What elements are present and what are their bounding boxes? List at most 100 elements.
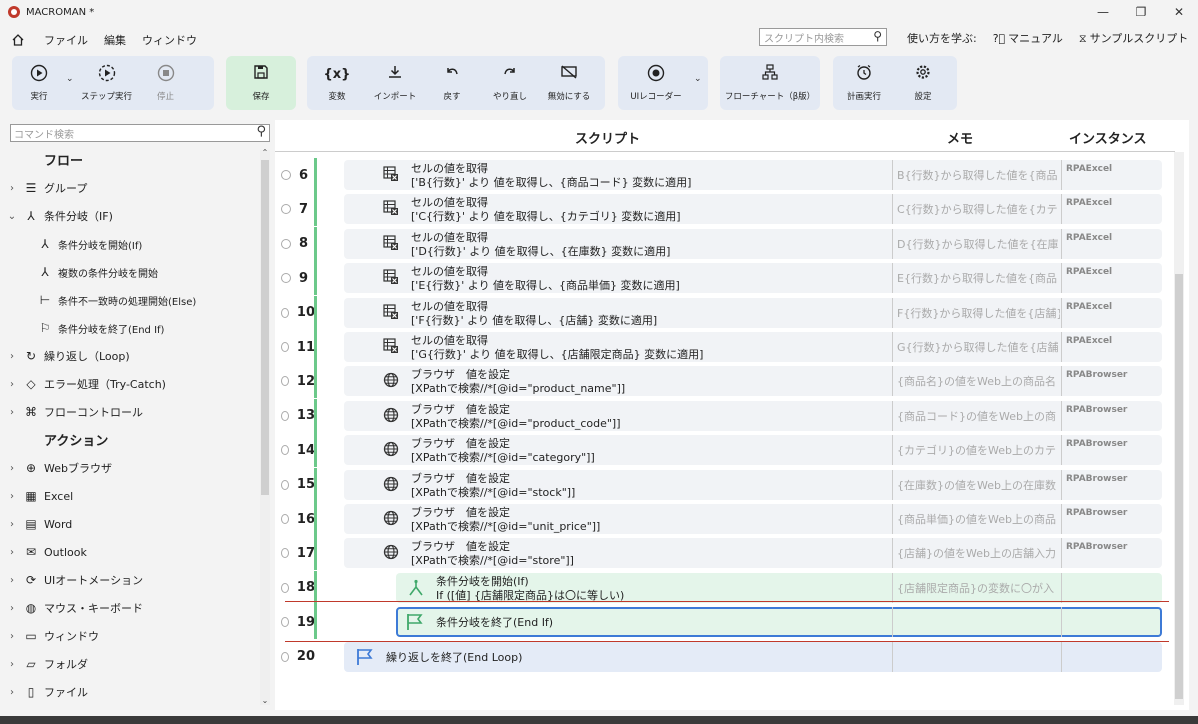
sidebar-item[interactable]: › ⊕ Webブラウザ	[0, 454, 258, 482]
chevron-right-icon[interactable]: ›	[2, 631, 22, 642]
chevron-icon[interactable]: ›	[2, 379, 22, 390]
breakpoint-icon[interactable]	[281, 307, 289, 318]
sidebar-item[interactable]: › ◇ エラー処理（Try-Catch)	[0, 370, 258, 398]
chevron-icon[interactable]: ›	[2, 183, 22, 194]
run-dropdown-icon[interactable]: ⌄	[66, 74, 74, 84]
chevron-right-icon[interactable]: ›	[2, 491, 22, 502]
script-row[interactable]: 9 セルの値を取得 ['E{行数}' より 値を取得し、{商品単価} 変数に適用] E…	[275, 261, 1165, 296]
home-icon[interactable]	[10, 32, 26, 48]
ui-recorder-button[interactable]: UIレコーダー	[618, 56, 694, 110]
chevron-right-icon[interactable]: ›	[2, 659, 22, 670]
sidebar-scrollbar[interactable]: ⌃ ⌄	[260, 148, 270, 705]
search-icon[interactable]: ⚲	[873, 29, 882, 43]
breakpoint-icon[interactable]	[281, 273, 291, 284]
maximize-button[interactable]: ❐	[1122, 0, 1160, 24]
breakpoint-icon[interactable]	[281, 170, 291, 180]
memo-cell[interactable]: {商品コード}の値をWeb上の商	[892, 400, 1060, 431]
memo-cell[interactable]: D{行数}から取得した値を{在庫	[892, 228, 1060, 259]
script-row[interactable]: 10 セルの値を取得 ['F{行数}' より 値を取得し、{店舗} 変数に適用] F{…	[275, 295, 1165, 330]
script-row[interactable]: 7 セルの値を取得 ['C{行数}' より 値を取得し、{カテゴリ} 変数に適用] C…	[275, 192, 1165, 227]
sidebar-item[interactable]: ⅄ 複数の条件分岐を開始	[0, 258, 258, 286]
memo-cell[interactable]: F{行数}から取得した値を{店舗}	[892, 297, 1060, 328]
script-row[interactable]: 19 条件分岐を終了(End If)	[275, 605, 1165, 640]
memo-cell[interactable]: G{行数}から取得した値を{店舗	[892, 332, 1060, 362]
script-row[interactable]: 16 ブラウザ 値を設定 [XPathで検索//*[@id="unit_price"…	[275, 502, 1165, 536]
chevron-right-icon[interactable]: ›	[2, 603, 22, 614]
scroll-up-icon[interactable]: ⌃	[260, 148, 270, 157]
script-row[interactable]: 6 セルの値を取得 ['B{行数}' より 値を取得し、{商品コード} 変数に適用]…	[275, 158, 1165, 192]
import-button[interactable]: インポート	[367, 56, 423, 110]
memo-cell[interactable]: {在庫数}の値をWeb上の在庫数	[892, 469, 1060, 500]
breakpoint-icon[interactable]	[281, 342, 289, 352]
sidebar-item[interactable]: › ⌘ フローコントロール	[0, 398, 258, 426]
menu-edit[interactable]: 編集	[104, 32, 126, 48]
breakpoint-icon[interactable]	[281, 238, 291, 249]
chevron-right-icon[interactable]: ›	[2, 687, 22, 698]
sidebar-item[interactable]: ⊢ 条件不一致時の処理開始(Else)	[0, 286, 258, 314]
settings-button[interactable]: 設定	[895, 56, 951, 110]
breakpoint-icon[interactable]	[281, 479, 289, 490]
chevron-right-icon[interactable]: ›	[2, 463, 22, 474]
chevron-icon[interactable]: ⌄	[2, 211, 22, 222]
script-scroll-thumb[interactable]	[1175, 274, 1183, 699]
script-row[interactable]: 13 ブラウザ 値を設定 [XPathで検索//*[@id="product_cod…	[275, 398, 1165, 433]
script-row[interactable]: 14 ブラウザ 値を設定 [XPathで検索//*[@id="category"]]…	[275, 433, 1165, 468]
sidebar-item[interactable]: › ⟳ UIオートメーション	[0, 566, 258, 594]
search-icon[interactable]: ⚲	[256, 124, 266, 139]
sidebar-item[interactable]: › ▯ ファイル	[0, 678, 258, 706]
sidebar-item[interactable]: ⅄ 条件分岐を開始(If)	[0, 230, 258, 258]
redo-button[interactable]: やり直し	[481, 56, 539, 110]
chevron-right-icon[interactable]: ›	[2, 575, 22, 586]
script-search-input[interactable]: スクリプト内検索 ⚲	[759, 28, 887, 46]
memo-cell[interactable]	[892, 607, 1060, 638]
breakpoint-icon[interactable]	[281, 204, 291, 215]
breakpoint-icon[interactable]	[281, 582, 289, 593]
script-row[interactable]: 12 ブラウザ 値を設定 [XPathで検索//*[@id="product_nam…	[275, 364, 1165, 399]
minimize-button[interactable]: —	[1084, 0, 1122, 24]
schedule-button[interactable]: 計画実行	[833, 56, 895, 110]
command-search-input[interactable]: コマンド検索 ⚲	[10, 124, 270, 142]
sidebar-scroll-thumb[interactable]	[261, 160, 269, 495]
breakpoint-icon[interactable]	[281, 445, 289, 456]
breakpoint-icon[interactable]	[281, 410, 289, 421]
memo-cell[interactable]: {商品単価}の値をWeb上の商品	[892, 504, 1060, 534]
sidebar-item[interactable]: › ◍ マウス・キーボード	[0, 594, 258, 622]
sidebar-item[interactable]: › ▤ Word	[0, 510, 258, 538]
save-button[interactable]: 保存	[231, 56, 291, 110]
memo-cell[interactable]	[892, 641, 1060, 672]
script-scrollbar[interactable]	[1174, 152, 1184, 705]
sample-script-link[interactable]: ⧖ サンプルスクリプト	[1079, 30, 1188, 46]
sidebar-item[interactable]: ⚐ 条件分岐を終了(End If)	[0, 314, 258, 342]
disable-button[interactable]: 無効にする	[539, 56, 599, 110]
step-run-button[interactable]: ステップ実行	[74, 56, 140, 110]
recorder-dropdown-icon[interactable]: ⌄	[694, 74, 702, 84]
menu-file[interactable]: ファイル	[44, 32, 88, 48]
breakpoint-icon[interactable]	[281, 376, 289, 387]
sidebar-item[interactable]: › ↻ 繰り返し（Loop)	[0, 342, 258, 370]
memo-cell[interactable]: C{行数}から取得した値を{カテ	[892, 194, 1060, 225]
chevron-right-icon[interactable]: ›	[2, 519, 22, 530]
sidebar-item[interactable]: › ▦ Excel	[0, 482, 258, 510]
sidebar-item[interactable]: › ☰ グループ	[0, 174, 258, 202]
menu-window[interactable]: ウィンドウ	[142, 32, 197, 48]
script-row[interactable]: 11 セルの値を取得 ['G{行数}' より 値を取得し、{店舗限定商品} 変数に適…	[275, 330, 1165, 364]
breakpoint-icon[interactable]	[281, 548, 289, 559]
undo-button[interactable]: 戻す	[423, 56, 481, 110]
scroll-down-icon[interactable]: ⌄	[260, 696, 270, 705]
chevron-right-icon[interactable]: ›	[2, 547, 22, 558]
memo-cell[interactable]: E{行数}から取得した値を{商品	[892, 263, 1060, 294]
breakpoint-icon[interactable]	[281, 617, 289, 628]
script-row[interactable]: 17 ブラウザ 値を設定 [XPathで検索//*[@id="store"]] {店舗…	[275, 536, 1165, 571]
sidebar-item[interactable]: ⌄ ⅄ 条件分岐（IF)	[0, 202, 258, 230]
script-row[interactable]: 8 セルの値を取得 ['D{行数}' より 値を取得し、{在庫数} 変数に適用] D{…	[275, 226, 1165, 261]
script-row[interactable]: 20 繰り返しを終了(End Loop)	[275, 640, 1165, 674]
flowchart-button[interactable]: フローチャート（β版）	[722, 56, 818, 110]
variable-button[interactable]: {x} 変数	[307, 56, 367, 110]
memo-cell[interactable]: B{行数}から取得した値を{商品	[892, 160, 1060, 190]
run-button[interactable]: 実行	[12, 56, 66, 110]
script-row[interactable]: 18 条件分岐を開始(If) If ([値] {店舗限定商品}は〇に等しい) {店舗限…	[275, 570, 1165, 605]
sidebar-item[interactable]: › ▭ ウィンドウ	[0, 622, 258, 650]
sidebar-item[interactable]: › ▱ フォルダ	[0, 650, 258, 678]
memo-cell[interactable]: {店舗}の値をWeb上の店舗入力	[892, 538, 1060, 569]
script-row[interactable]: 15 ブラウザ 値を設定 [XPathで検索//*[@id="stock"]] {在庫…	[275, 467, 1165, 502]
